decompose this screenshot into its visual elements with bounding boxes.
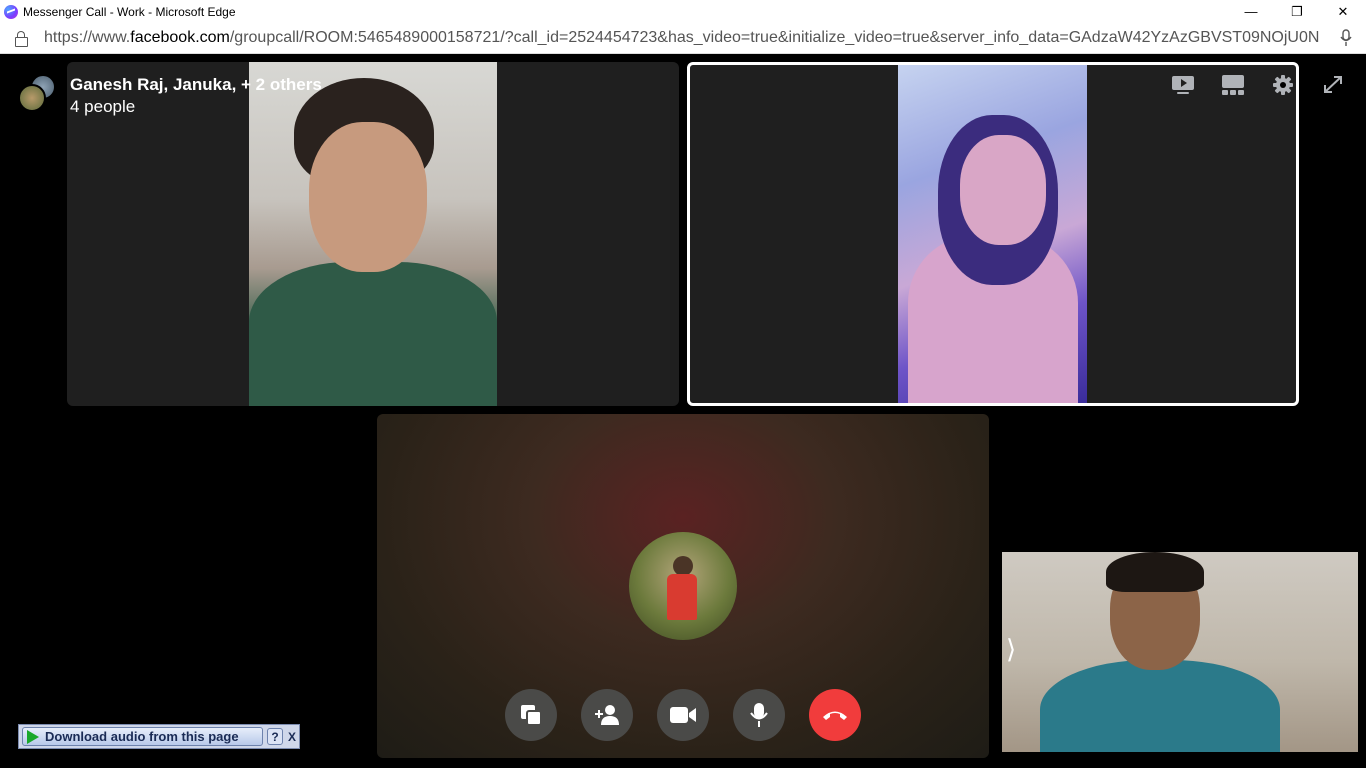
window-titlebar: Messenger Call - Work - Microsoft Edge —…: [0, 0, 1366, 23]
toggle-mic-button[interactable]: [733, 689, 785, 741]
self-view-video[interactable]: ⟩: [1002, 552, 1358, 752]
url-text[interactable]: https://www.facebook.com/groupcall/ROOM:…: [44, 29, 1319, 47]
video-camera-icon: [670, 707, 696, 723]
settings-gear-icon[interactable]: [1271, 74, 1295, 96]
collapse-self-view-chevron-icon[interactable]: ⟩: [1006, 634, 1016, 665]
share-screen-icon: [521, 705, 542, 726]
url-prefix: https://www.: [44, 29, 131, 46]
layout-icon[interactable]: [1221, 74, 1245, 96]
mic-permission-icon[interactable]: [1340, 29, 1352, 47]
window-controls: — ❐ ✕: [1228, 0, 1366, 23]
download-audio-label: Download audio from this page: [45, 729, 239, 744]
hang-up-icon: [823, 711, 847, 720]
participant-3-avatar: [629, 532, 737, 640]
window-title: Messenger Call - Work - Microsoft Edge: [23, 4, 236, 19]
messenger-icon: [4, 4, 18, 19]
participant-2-face: [960, 135, 1046, 245]
lock-icon[interactable]: [15, 31, 28, 47]
participant-video-2: [898, 65, 1087, 403]
call-stage: Ganesh Raj, Januka, + 2 others 4 people: [0, 54, 1366, 768]
add-person-button[interactable]: [581, 689, 633, 741]
self-shirt: [1040, 660, 1280, 752]
participant-1-shirt: [249, 262, 497, 406]
group-avatar-2: [18, 84, 46, 112]
participant-video-1: [249, 62, 497, 406]
play-icon: [27, 729, 39, 744]
close-toolbar-button[interactable]: X: [285, 728, 299, 745]
group-avatar[interactable]: [18, 74, 58, 114]
call-title: Ganesh Raj, Januka, + 2 others: [70, 75, 322, 94]
participant-1-face: [309, 122, 427, 272]
add-person-icon: [595, 705, 619, 725]
participant-tile-1[interactable]: [67, 62, 679, 406]
download-audio-toolbar: Download audio from this page ? X: [18, 724, 300, 749]
url-host: facebook.com: [130, 29, 230, 46]
restore-button[interactable]: ❐: [1274, 0, 1320, 23]
download-audio-button[interactable]: Download audio from this page: [22, 727, 264, 746]
watch-together-icon[interactable]: [1171, 74, 1195, 96]
participant-tile-2-active[interactable]: [687, 62, 1299, 406]
toggle-camera-button[interactable]: [657, 689, 709, 741]
call-participant-count: 4 people: [70, 97, 136, 116]
fullscreen-expand-icon[interactable]: [1321, 74, 1345, 96]
minimize-button[interactable]: —: [1228, 0, 1274, 23]
call-header: [18, 74, 58, 114]
end-call-button[interactable]: [809, 689, 861, 741]
self-hair: [1106, 552, 1204, 592]
microphone-icon: [750, 703, 768, 727]
url-path: /groupcall/ROOM:5465489000158721/?call_i…: [229, 29, 1319, 46]
close-window-button[interactable]: ✕: [1320, 0, 1366, 23]
address-bar[interactable]: https://www.facebook.com/groupcall/ROOM:…: [0, 23, 1366, 54]
help-button[interactable]: ?: [267, 728, 284, 745]
share-screen-button[interactable]: [505, 689, 557, 741]
